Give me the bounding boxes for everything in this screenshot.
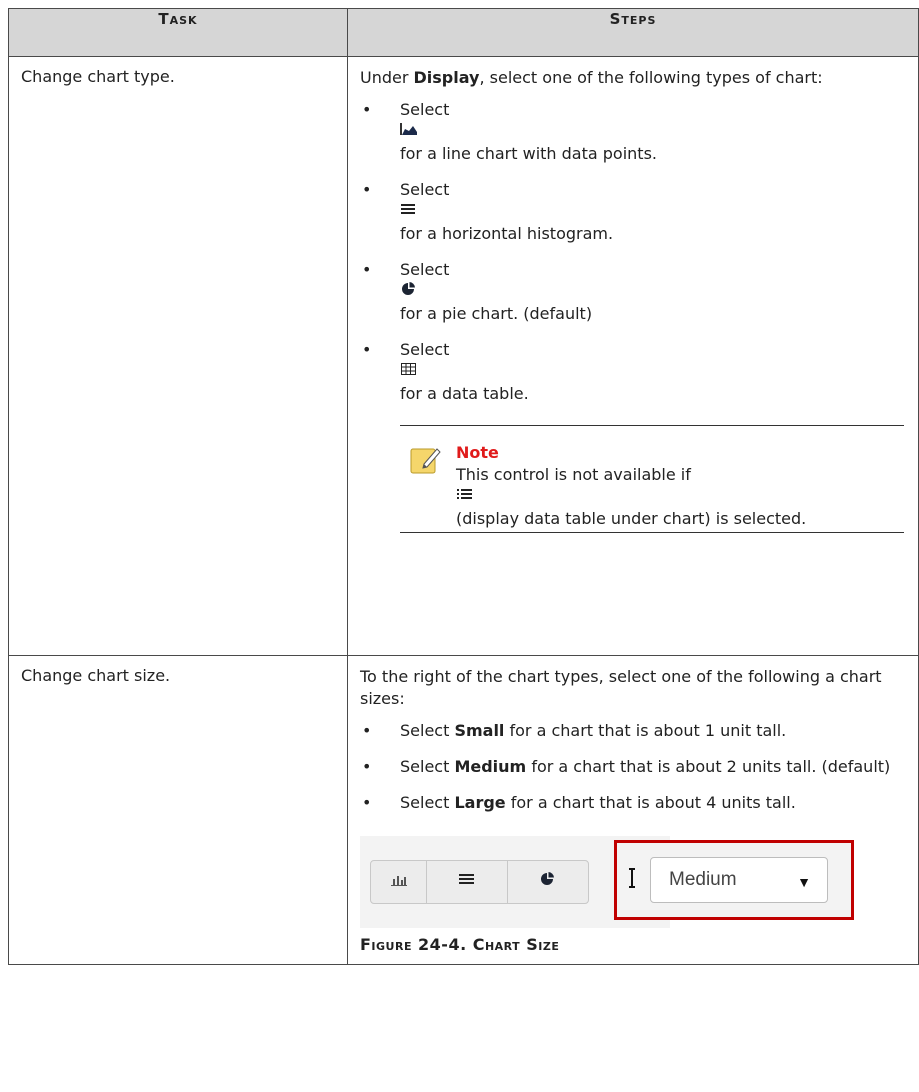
select-label: Select (400, 340, 450, 359)
bullet: • (362, 721, 372, 740)
display-bold: Display (413, 68, 480, 87)
item-desc: for a horizontal histogram. (400, 224, 614, 243)
bullet: • (362, 757, 372, 776)
task-change-chart-type: Change chart type. (8, 56, 348, 656)
select-label: Select (400, 180, 450, 199)
bar-chart-button[interactable] (371, 861, 427, 903)
note-line2: (display data table under chart) is sele… (456, 509, 807, 528)
header-steps: Steps (347, 8, 919, 57)
chart-type-intro: Under Display, select one of the followi… (360, 67, 904, 89)
steps-chart-size: To the right of the chart types, select … (347, 655, 919, 965)
size-large-bold: Large (454, 793, 506, 812)
select-label: Select (400, 260, 450, 279)
select-text: Select (400, 721, 455, 740)
list-lines-icon (458, 871, 476, 893)
bullet: • (362, 260, 372, 279)
header-task: Task (8, 8, 348, 57)
select-text: Select (400, 757, 455, 776)
item-desc: for a chart that is about 2 units tall. … (526, 757, 891, 776)
list-item: • Select for a horizontal histogram. (360, 179, 904, 245)
note-line1: This control is not available if (456, 465, 691, 484)
select-label: Select (400, 100, 450, 119)
chart-size-intro: To the right of the chart types, select … (360, 667, 882, 708)
chart-type-button-group (370, 860, 589, 904)
note-box: Note This control is not available if (d… (400, 425, 904, 533)
bullet: • (362, 100, 372, 119)
vertical-resize-icon (627, 867, 637, 893)
select-text: Select (400, 793, 455, 812)
chart-size-highlight: Medium ▼ (614, 840, 854, 920)
list-item: • Select Medium for a chart that is abou… (360, 756, 904, 778)
list-item: • Select Small for a chart that is about… (360, 720, 904, 742)
list-item: • Select for a line chart with data poin… (360, 99, 904, 165)
pie-chart-icon (539, 871, 557, 893)
grid-table-icon (400, 361, 904, 383)
histogram-button[interactable] (427, 861, 508, 903)
bullet: • (362, 340, 372, 359)
item-desc: for a chart that is about 4 units tall. (505, 793, 796, 812)
list-lines-icon (400, 201, 904, 223)
list-item: • Select for a data table. (360, 339, 904, 405)
bullet: • (362, 180, 372, 199)
chart-size-select[interactable]: Medium ▼ (650, 857, 828, 903)
bar-chart-icon (390, 871, 408, 893)
list-bullets-icon (456, 486, 904, 508)
note-title: Note (456, 443, 499, 462)
task-steps-table: Task Steps Change chart type. Under Disp… (8, 8, 919, 965)
dropdown-arrow-icon[interactable]: ▼ (797, 871, 811, 893)
list-item: • Select Large for a chart that is about… (360, 792, 904, 814)
table-row-chart-type: Change chart type. Under Display, select… (8, 56, 919, 656)
item-desc: for a line chart with data points. (400, 144, 657, 163)
area-chart-icon (400, 121, 904, 143)
size-small-bold: Small (454, 721, 505, 740)
size-medium-bold: Medium (454, 757, 527, 776)
note-pencil-icon (410, 444, 442, 476)
item-desc: for a pie chart. (default) (400, 304, 593, 323)
intro-text-end: , select one of the following types of c… (479, 68, 823, 87)
item-desc: for a chart that is about 1 unit tall. (504, 721, 787, 740)
steps-chart-type: Under Display, select one of the followi… (347, 56, 919, 656)
item-desc: for a data table. (400, 384, 529, 403)
figure-caption: Figure 24-4. Chart Size (360, 935, 560, 954)
list-item: • Select for a pie chart. (default) (360, 259, 904, 325)
task-change-chart-size: Change chart size. (8, 655, 348, 965)
chart-size-value: Medium (669, 869, 737, 890)
bullet: • (362, 793, 372, 812)
table-row-chart-size: Change chart size. To the right of the c… (8, 655, 919, 965)
pie-chart-button[interactable] (508, 861, 588, 903)
pie-chart-icon (400, 281, 904, 303)
chart-size-figure: Medium ▼ (360, 836, 904, 928)
intro-text: Under (360, 68, 414, 87)
